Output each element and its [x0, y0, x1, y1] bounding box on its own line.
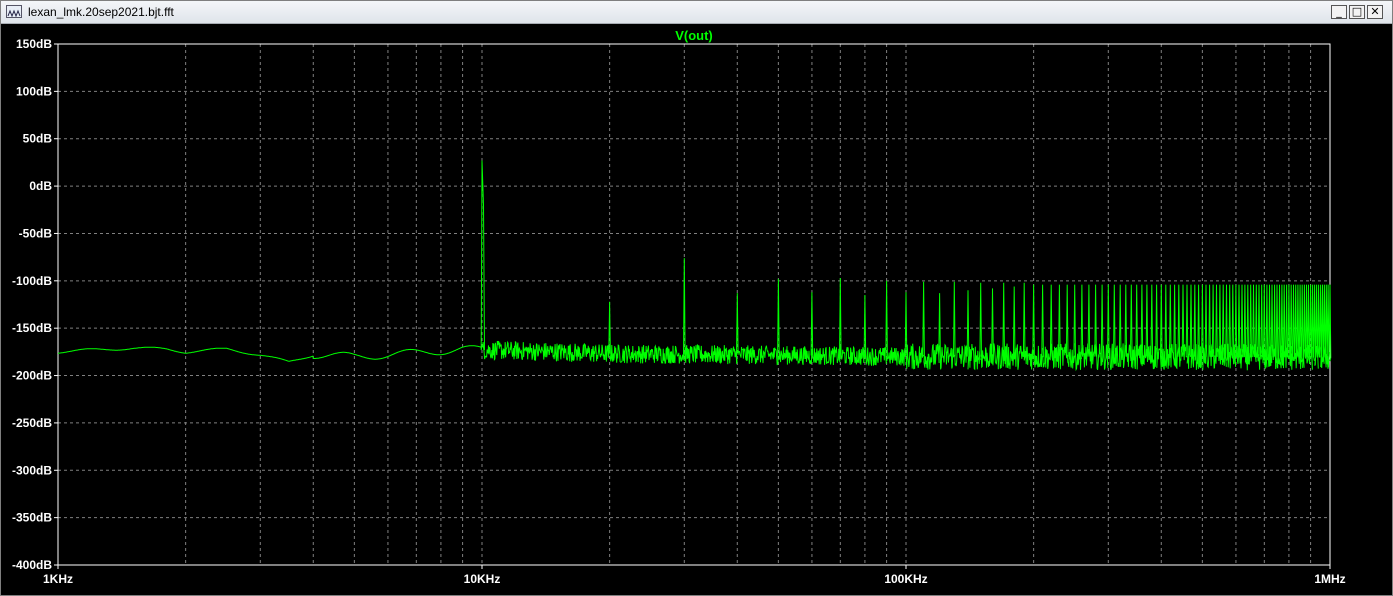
y-axis-ticks: 150dB 100dB 50dB 0dB -50dB -100dB -150dB -200dB… [12, 37, 58, 572]
x-tick-label: 100KHz [884, 572, 927, 586]
plot-frame [57, 43, 1331, 566]
y-tick-label: -100dB [12, 274, 52, 288]
trace-title[interactable]: V(out) [675, 28, 713, 43]
x-tick-label: 10KHz [464, 572, 501, 586]
x-axis-ticks: 1KHz 10KHz 100KHz 1MHz [43, 565, 1346, 586]
fft-plot[interactable]: V(out) 150dB 100dB 50dB 0dB -50dB -100dB -150d… [1, 24, 1392, 595]
x-tick-label: 1KHz [43, 572, 73, 586]
y-tick-label: -150dB [12, 321, 52, 335]
maximize-button[interactable]: □ [1349, 5, 1365, 19]
title-bar[interactable]: lexan_lmk.20sep2021.bjt.fft _ □ ✕ [1, 1, 1392, 24]
y-tick-label: -350dB [12, 511, 52, 525]
y-tick-label: 150dB [16, 37, 52, 51]
window-title: lexan_lmk.20sep2021.bjt.fft [28, 5, 174, 19]
trace-v-out [58, 160, 1332, 372]
y-tick-label: -200dB [12, 369, 52, 383]
y-tick-label: -250dB [12, 416, 52, 430]
y-tick-label: 50dB [23, 132, 53, 146]
y-tick-label: -400dB [12, 558, 52, 572]
close-button[interactable]: ✕ [1367, 5, 1383, 19]
y-tick-label: -300dB [12, 463, 52, 477]
y-tick-label: 0dB [29, 179, 52, 193]
plot-grid [57, 43, 1330, 566]
x-tick-label: 1MHz [1314, 572, 1345, 586]
waveform-viewer-icon [6, 5, 22, 18]
waveform-window: lexan_lmk.20sep2021.bjt.fft _ □ ✕ V(out)… [0, 0, 1393, 596]
minimize-button[interactable]: _ [1331, 5, 1347, 19]
y-tick-label: 100dB [16, 84, 52, 98]
y-tick-label: -50dB [19, 226, 53, 240]
